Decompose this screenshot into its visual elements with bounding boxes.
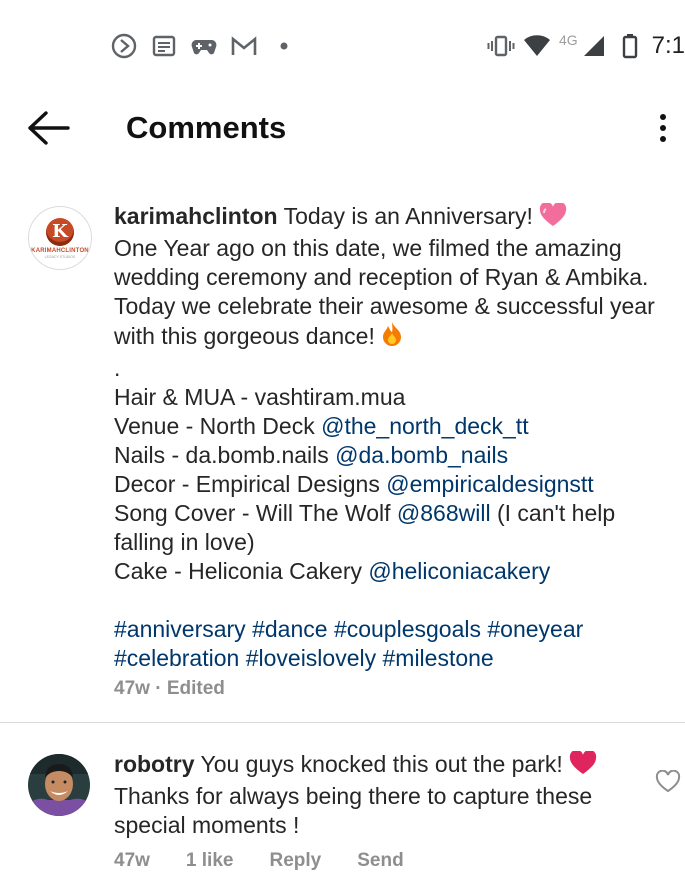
caption-text: karimahclinton Today is an Anniversary! …	[114, 201, 674, 673]
heart-outline-icon	[655, 769, 681, 793]
caption-dot: .	[114, 355, 121, 381]
credit-text: Venue - North Deck	[114, 413, 322, 439]
page-title: Comments	[126, 110, 287, 145]
caption-time: 47w	[114, 678, 150, 699]
comment-line-2: Thanks for always being there to capture…	[114, 783, 593, 838]
brand-logo-icon: K	[46, 217, 74, 246]
avatar-brand-name: KARIMAHCLINTON	[31, 247, 89, 254]
credit-line: Decor - Empirical Designs @empiricaldesi…	[114, 470, 674, 499]
divider	[0, 722, 685, 723]
send-button[interactable]: Send	[357, 850, 403, 872]
fire-icon	[381, 321, 403, 354]
caption-first-line: Today is an Anniversary!	[283, 203, 533, 229]
comment-line-1: You guys knocked this out the park!	[200, 751, 563, 777]
credit-text: Cake - Heliconia Cakery	[114, 558, 369, 584]
credit-text: Nails - da.bomb.nails	[114, 442, 336, 468]
meta-separator: ·	[155, 678, 162, 699]
reply-button[interactable]: Reply	[269, 850, 321, 872]
likes-count[interactable]: 1 like	[186, 850, 234, 872]
credit-line: Venue - North Deck @the_north_deck_tt	[114, 412, 674, 441]
caption-meta: 47w · Edited	[114, 678, 225, 700]
clock: 7:1	[651, 32, 685, 59]
user-photo	[28, 754, 90, 816]
hashtag-link[interactable]: #dance	[252, 616, 327, 642]
hashtag-link[interactable]: #celebration	[114, 645, 239, 671]
red-heart-icon	[569, 749, 597, 782]
credit-line: Cake - Heliconia Cakery @heliconiacakery	[114, 557, 674, 586]
caption-credits: Hair & MUA - vashtiram.mua Venue - North …	[114, 383, 674, 586]
media-play-icon	[110, 32, 138, 60]
back-button[interactable]	[26, 108, 72, 148]
hashtag-link[interactable]: #milestone	[383, 645, 494, 671]
credit-line: Nails - da.bomb.nails @da.bomb_nails	[114, 441, 674, 470]
app-header: Comments	[0, 92, 685, 164]
cell-signal-icon	[580, 32, 608, 60]
credit-line: Song Cover - Will The Wolf @868will (I c…	[114, 499, 674, 557]
comment-username[interactable]: robotry	[114, 751, 195, 777]
more-options-button[interactable]	[653, 108, 673, 148]
battery-icon	[616, 32, 644, 60]
arrow-left-icon	[28, 111, 70, 145]
edited-label: Edited	[166, 678, 225, 699]
status-bar: 4G 7:1	[0, 0, 685, 92]
hashtag-link[interactable]: #anniversary	[114, 616, 246, 642]
more-vertical-icon	[660, 114, 666, 142]
news-icon	[150, 32, 178, 60]
pink-heart-icon	[539, 201, 567, 234]
caption-hashtags: #anniversary #dance #couplesgoals #oneye…	[114, 615, 674, 673]
avatar-brand-tagline: LEGACY STUDIOS	[44, 254, 76, 259]
like-button[interactable]	[655, 769, 681, 794]
avatar[interactable]: K KARIMAHCLINTON LEGACY STUDIOS	[28, 206, 92, 270]
mention-link[interactable]: @868will	[397, 500, 491, 526]
comment-text: robotry You guys knocked this out the pa…	[114, 749, 644, 840]
dot-icon	[270, 32, 298, 60]
hashtag-link[interactable]: #oneyear	[487, 616, 583, 642]
mention-link[interactable]: @the_north_deck_tt	[321, 413, 528, 439]
notification-icons	[110, 32, 298, 60]
gmail-icon	[230, 32, 258, 60]
credit-text: Song Cover - Will The Wolf	[114, 500, 397, 526]
comments-screen: 4G 7:1 Comments K KARIMAHCLINTON LEGACY …	[0, 0, 685, 874]
mention-link[interactable]: @heliconiacakery	[368, 558, 550, 584]
credit-line: Hair & MUA - vashtiram.mua	[114, 383, 674, 412]
caption-username[interactable]: karimahclinton	[114, 203, 278, 229]
comment-meta: 47w 1 like Reply Send	[114, 850, 404, 872]
network-type: 4G	[558, 32, 578, 48]
system-icons: 4G 7:1	[487, 32, 685, 60]
avatar[interactable]	[28, 754, 90, 816]
wifi-icon	[523, 32, 551, 60]
comment-time: 47w	[114, 850, 150, 871]
vibrate-icon	[487, 32, 515, 60]
mention-link[interactable]: @da.bomb_nails	[335, 442, 508, 468]
mention-link[interactable]: @empiricaldesignstt	[386, 471, 593, 497]
credit-text: Hair & MUA - vashtiram.mua	[114, 384, 406, 410]
hashtag-link[interactable]: #loveislovely	[246, 645, 376, 671]
hashtag-link[interactable]: #couplesgoals	[334, 616, 481, 642]
credit-text: Decor - Empirical Designs	[114, 471, 387, 497]
game-controller-icon	[190, 32, 218, 60]
